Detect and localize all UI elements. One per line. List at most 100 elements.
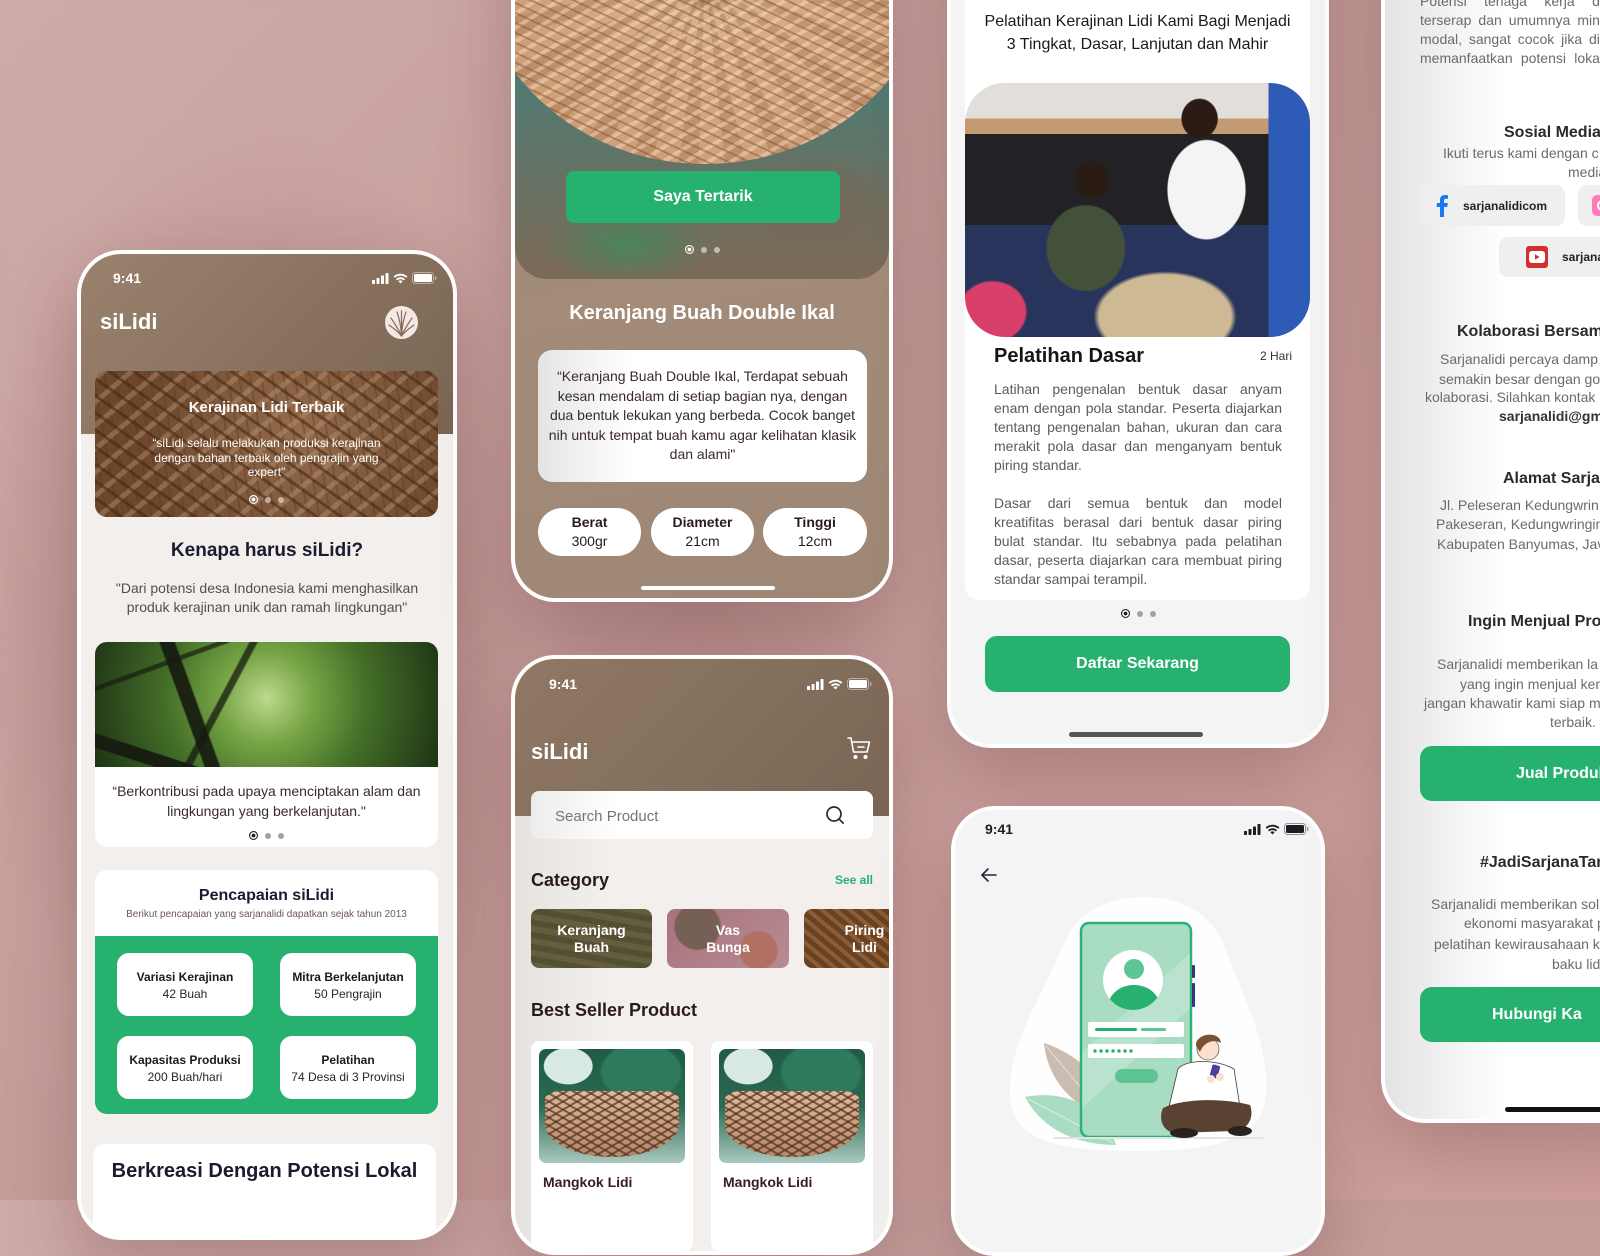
description-line: nih untuk tempat buah kamu agar kelihata…	[548, 426, 857, 443]
username-field-text	[1095, 1028, 1137, 1031]
product-card[interactable]: Mangkok Lidi	[711, 1041, 873, 1251]
wifi-icon	[393, 273, 408, 283]
impact-caption-line: lingkungan yang berkelanjutan."	[167, 803, 366, 819]
back-button[interactable]	[980, 866, 998, 884]
spec-value: 21cm	[685, 533, 720, 549]
arrow-left-icon	[981, 868, 997, 882]
sell-product-button[interactable]: Jual Produk	[1420, 746, 1600, 801]
spec-height: Tinggi 12cm	[763, 508, 867, 556]
carousel-dot[interactable]	[713, 246, 720, 253]
category-label: Buah	[574, 938, 609, 955]
see-all-link[interactable]: See all	[835, 872, 873, 888]
category-vas-bunga[interactable]: Vas Bunga	[667, 909, 789, 968]
banner-carousel-dots[interactable]	[95, 495, 438, 504]
shop-phone: 9:41 siLidi Category See all KeranjangBu…	[511, 655, 893, 1255]
cart-button[interactable]	[846, 735, 872, 761]
search-icon[interactable]	[825, 805, 845, 825]
category-piring-lidi[interactable]: Piring Lidi	[804, 909, 889, 968]
hero-banner-carousel[interactable]: Kerajinan Lidi Terbaik “siLidi selalu me…	[95, 371, 438, 517]
youtube-link[interactable]: sarjana	[1499, 237, 1600, 277]
profile-avatar[interactable]	[385, 306, 418, 339]
achievements-card: Pencapaian siLidi Berikut pencapaian yan…	[95, 870, 438, 1114]
collaboration-email-link[interactable]: sarjanalidi@gm	[1499, 407, 1600, 426]
social-media-desc-line: Ikuti terus kami dengan c	[1443, 145, 1599, 161]
product-carousel-dots[interactable]	[515, 245, 889, 254]
about-phone: Potensi tenaga kerja di terserap dan umu…	[1381, 0, 1600, 1123]
banner-quote-line: expert"	[247, 465, 286, 479]
training-carousel-dots[interactable]	[951, 609, 1325, 618]
carousel-dot-active[interactable]	[1120, 609, 1130, 618]
impact-carousel-dots[interactable]	[95, 831, 438, 840]
category-keranjang-buah[interactable]: Keranjang Buah	[531, 909, 652, 968]
instagram-link[interactable]	[1578, 185, 1600, 226]
home-indicator[interactable]	[1505, 1107, 1600, 1112]
signal-icon	[372, 272, 389, 284]
search-bar[interactable]	[531, 791, 873, 841]
carousel-dot-active[interactable]	[249, 495, 258, 504]
stat-variasi-kerajinan: Variasi Kerajinan 42 Buah	[117, 953, 253, 1016]
carousel-dot[interactable]	[1136, 610, 1143, 617]
stat-label: Pelatihan	[321, 1053, 375, 1067]
illustration-phone-side-button	[1192, 965, 1195, 978]
youtube-icon	[1526, 246, 1548, 268]
banner-quote: “siLidi selalu melakukan produksi keraji…	[95, 436, 438, 480]
category-title: Category	[531, 870, 610, 890]
carousel-dot[interactable]	[278, 496, 284, 503]
carousel-dot[interactable]	[265, 832, 271, 839]
illustration-phone-side-button	[1192, 983, 1195, 1007]
facebook-icon	[1436, 195, 1448, 217]
collaboration-line: Sarjanalidi percaya damp	[1440, 351, 1598, 367]
person-hand	[1216, 1073, 1224, 1081]
search-input[interactable]	[553, 791, 817, 841]
spec-label: Diameter	[672, 514, 733, 530]
woven-basket-closeup	[515, 0, 889, 164]
app-name: siLidi	[100, 309, 158, 334]
paragraph-line: dasar, peserta diajarkan cara membuat pi…	[994, 552, 1282, 568]
local-potential-card: Berkreasi Dengan Potensi Lokal	[93, 1144, 436, 1236]
login-phone: 9:41	[951, 806, 1325, 1256]
product-photo	[719, 1049, 865, 1163]
social-media-desc-line: media kam	[1568, 164, 1600, 180]
person-shoe	[1228, 1126, 1252, 1136]
paragraph-line: piring standar.	[994, 457, 1082, 473]
sell-product-label: Jual Produk	[1516, 765, 1600, 782]
carousel-dot-active[interactable]	[684, 245, 694, 254]
product-title: Keranjang Buah Double Ikal	[569, 302, 835, 324]
carousel-dot-active[interactable]	[249, 831, 258, 840]
facebook-link[interactable]: sarjanalidicom	[1420, 185, 1565, 226]
status-time: 9:41	[549, 676, 578, 692]
hashtag-line: Sarjanalidi memberikan sol	[1431, 896, 1600, 912]
impact-card[interactable]: “Berkontribusi pada upaya menciptakan al…	[95, 642, 438, 847]
carousel-dot[interactable]	[700, 246, 707, 253]
best-seller-title: Best Seller Product	[531, 1000, 698, 1020]
carousel-dot[interactable]	[1149, 610, 1156, 617]
paragraph-line: terserap dan umumnya mini	[1420, 12, 1600, 28]
product-card[interactable]: Mangkok Lidi	[531, 1041, 693, 1251]
hashtag-line: pelatihan kewirausahaan k	[1434, 936, 1600, 952]
paragraph-line: memanfaatkan potensi lokal	[1420, 50, 1600, 66]
forest-canopy-photo	[95, 642, 438, 767]
home-indicator[interactable]	[1069, 732, 1203, 737]
contact-us-button[interactable]: Hubungi Ka	[1420, 987, 1600, 1042]
interested-button[interactable]: Saya Tertarik	[566, 171, 840, 223]
stat-value: 50 Pengrajin	[314, 987, 382, 1001]
battery-icon	[847, 678, 872, 690]
description-line: kesan mendalam di setiap bagian nya, den…	[557, 387, 848, 404]
training-phone: Pelatihan Kerajinan Lidi Kami Bagi Menja…	[947, 0, 1329, 748]
register-now-button[interactable]: Daftar Sekarang	[985, 636, 1290, 692]
product-detail-phone: Saya Tertarik Keranjang Buah Double Ikal…	[511, 0, 893, 602]
home-indicator[interactable]	[641, 586, 775, 590]
why-quote-line: produk kerajinan unik dan ramah lingkung…	[126, 599, 408, 615]
category-label: Bunga	[706, 938, 750, 955]
sell-line: Sarjanalidi memberikan la	[1437, 656, 1599, 672]
paragraph-line: bulat standar. Itu sebabnya pada pelatih…	[994, 533, 1282, 549]
product-description: “Keranjang Buah Double Ikal, Terdapat se…	[538, 367, 867, 465]
carousel-dot[interactable]	[278, 832, 284, 839]
battery-icon	[412, 272, 437, 284]
achievements-title: Pencapaian siLidi	[198, 887, 335, 904]
username-field-text	[1141, 1028, 1166, 1031]
user-avatar-head	[1124, 959, 1144, 979]
category-label: Keranjang	[557, 921, 626, 938]
carousel-dot[interactable]	[265, 496, 271, 503]
